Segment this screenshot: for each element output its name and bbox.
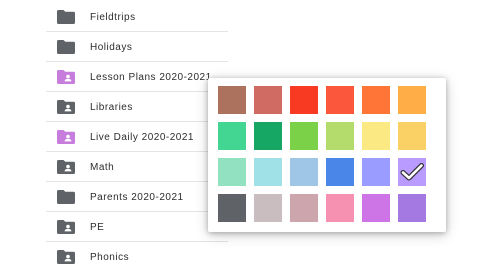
folder-name: Parents 2020-2021 <box>90 191 184 203</box>
folder-list: Fieldtrips Holidays Lesson Plans 2020-2021… <box>0 2 228 270</box>
color-swatch[interactable] <box>362 122 390 150</box>
folder-row[interactable]: Holidays <box>0 32 228 62</box>
folder-row[interactable]: Fieldtrips <box>0 2 228 32</box>
folder-name: Libraries <box>90 101 133 113</box>
color-swatch[interactable] <box>398 194 426 222</box>
shared-folder-icon <box>57 160 75 174</box>
color-swatch[interactable] <box>362 86 390 114</box>
color-swatch[interactable] <box>254 122 282 150</box>
folder-row[interactable]: Libraries <box>0 92 228 122</box>
color-swatch[interactable] <box>218 194 246 222</box>
shared-folder-icon <box>57 250 75 264</box>
folder-row[interactable]: Lesson Plans 2020-2021 <box>0 62 228 92</box>
folder-name: Lesson Plans 2020-2021 <box>90 71 212 83</box>
color-swatch[interactable] <box>290 86 318 114</box>
shared-folder-icon <box>57 70 75 84</box>
color-swatch[interactable] <box>362 158 390 186</box>
color-swatch[interactable] <box>218 122 246 150</box>
folder-row[interactable]: Phonics <box>0 242 228 270</box>
folder-name: Phonics <box>90 251 130 263</box>
folder-name: Fieldtrips <box>90 11 136 23</box>
folder-row[interactable]: PE <box>0 212 228 242</box>
color-swatch[interactable] <box>398 86 426 114</box>
color-swatch[interactable] <box>398 158 426 186</box>
color-swatch[interactable] <box>290 194 318 222</box>
folder-row[interactable]: Live Daily 2020-2021 <box>0 122 228 152</box>
color-swatch[interactable] <box>290 158 318 186</box>
color-swatch[interactable] <box>362 194 390 222</box>
color-swatch[interactable] <box>218 86 246 114</box>
color-swatch[interactable] <box>326 86 354 114</box>
folder-color-picker <box>208 78 446 232</box>
color-swatch[interactable] <box>326 122 354 150</box>
folder-row[interactable]: Math <box>0 152 228 182</box>
color-swatch-grid <box>218 86 426 222</box>
folder-name: PE <box>90 221 105 233</box>
shared-folder-icon <box>57 100 75 114</box>
color-swatch[interactable] <box>218 158 246 186</box>
color-swatch[interactable] <box>254 86 282 114</box>
drive-screen: Fieldtrips Holidays Lesson Plans 2020-2021… <box>0 0 480 270</box>
folder-icon <box>57 190 75 204</box>
shared-folder-icon <box>57 130 75 144</box>
color-swatch[interactable] <box>326 158 354 186</box>
color-swatch[interactable] <box>398 122 426 150</box>
folder-name: Math <box>90 161 115 173</box>
color-swatch[interactable] <box>254 158 282 186</box>
shared-folder-icon <box>57 220 75 234</box>
color-swatch[interactable] <box>290 122 318 150</box>
color-swatch[interactable] <box>254 194 282 222</box>
color-swatch[interactable] <box>326 194 354 222</box>
checkmark-icon <box>400 162 424 182</box>
folder-icon <box>57 40 75 54</box>
folder-row[interactable]: Parents 2020-2021 <box>0 182 228 212</box>
folder-name: Holidays <box>90 41 133 53</box>
folder-name: Live Daily 2020-2021 <box>90 131 194 143</box>
folder-icon <box>57 10 75 24</box>
